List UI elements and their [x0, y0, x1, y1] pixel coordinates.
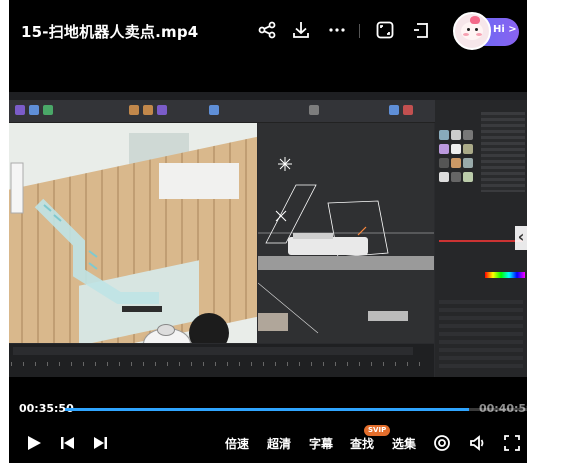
- focus-mode-icon[interactable]: [433, 434, 451, 452]
- c4d-object-panel: [435, 100, 527, 377]
- episodes-button[interactable]: 选集: [392, 435, 416, 452]
- screen-capture-icon[interactable]: [375, 20, 395, 40]
- total-time: 00:40:59: [479, 402, 527, 415]
- subtitle-button[interactable]: 字幕: [309, 435, 333, 452]
- next-icon[interactable]: [91, 434, 109, 452]
- speed-button[interactable]: 倍速: [225, 435, 249, 452]
- progress-row: 00:35:50 00:40:59: [9, 398, 527, 420]
- play-icon[interactable]: [25, 434, 43, 452]
- render-viewport: [9, 123, 257, 343]
- ai-assistant-button[interactable]: Hi >: [453, 12, 519, 50]
- control-bar: 倍速 超清 字幕 查找 SVIP 选集: [9, 425, 527, 458]
- video-title: 15-扫地机器人卖点.mp4: [21, 23, 199, 41]
- toolbar-divider: [359, 24, 360, 38]
- share-icon[interactable]: [257, 20, 277, 40]
- search-button[interactable]: 查找: [350, 435, 374, 452]
- c4d-timeline: [9, 344, 434, 377]
- previous-icon[interactable]: [59, 434, 77, 452]
- assistant-avatar: [453, 12, 491, 50]
- assistant-label: Hi >: [493, 24, 517, 35]
- quality-button[interactable]: 超清: [267, 435, 291, 452]
- fullscreen-icon[interactable]: [503, 434, 521, 452]
- collapse-panel-tab[interactable]: ‹: [515, 226, 527, 250]
- player-header: 15-扫地机器人卖点.mp4 Hi >: [9, 0, 527, 62]
- wireframe-viewport: [258, 123, 434, 343]
- more-icon[interactable]: [327, 20, 347, 40]
- c4d-menu-bar: [9, 92, 527, 100]
- progress-fill: [65, 408, 469, 411]
- video-frame[interactable]: ‹: [9, 92, 527, 377]
- volume-icon[interactable]: [469, 434, 487, 452]
- progress-bar[interactable]: [65, 408, 527, 411]
- download-icon[interactable]: [291, 20, 311, 40]
- svip-badge: SVIP: [364, 425, 391, 436]
- video-player[interactable]: 15-扫地机器人卖点.mp4 Hi > ‹ 00:35:50 00:40:5 倍…: [9, 0, 527, 463]
- crop-icon[interactable]: [413, 20, 433, 40]
